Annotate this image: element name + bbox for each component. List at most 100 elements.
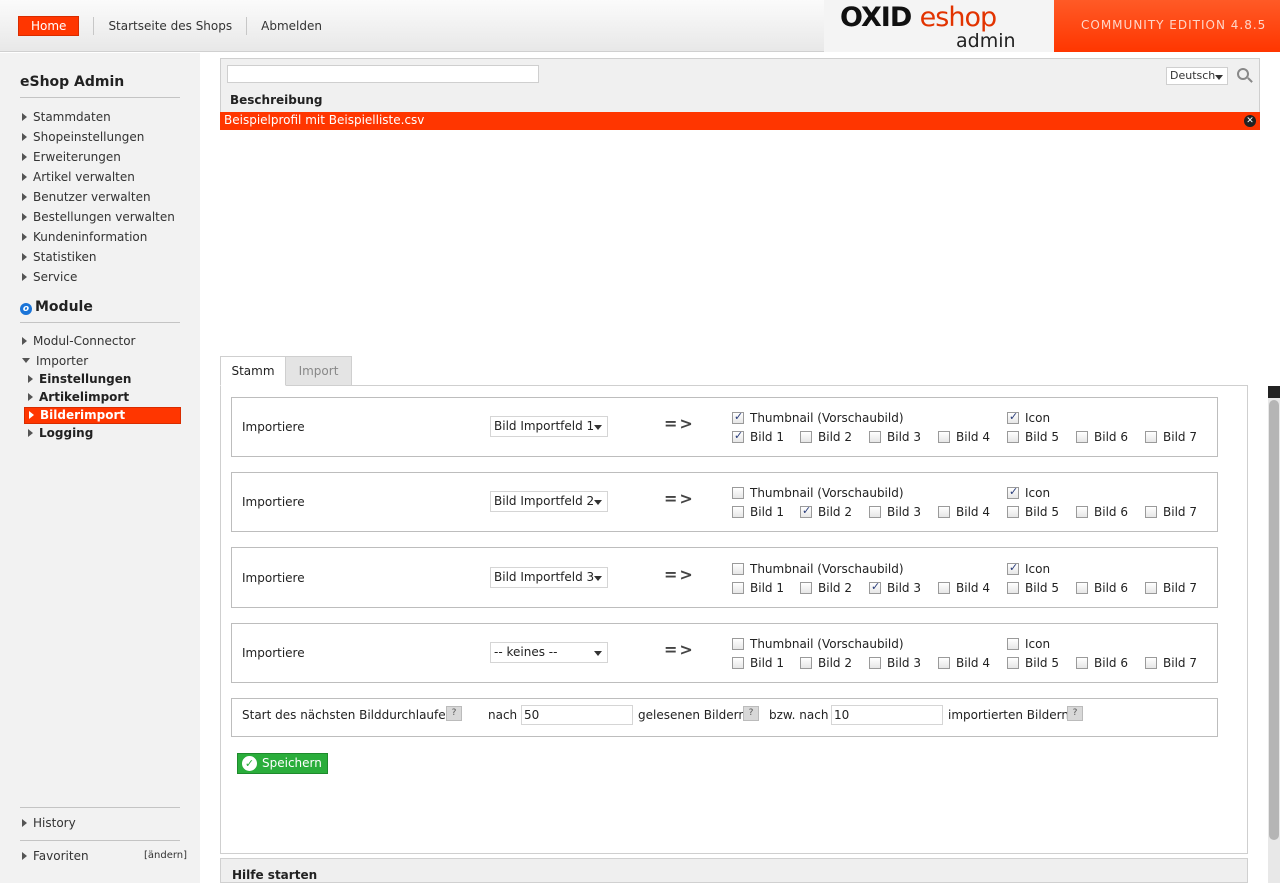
chevron-down-icon bbox=[594, 500, 602, 505]
bild1-checkbox[interactable]: Bild 1 bbox=[732, 581, 784, 595]
sidebar-item-label: Modul-Connector bbox=[33, 334, 136, 348]
bild6-checkbox[interactable]: Bild 6 bbox=[1076, 505, 1128, 519]
bild7-checkbox[interactable]: Bild 7 bbox=[1145, 656, 1197, 670]
bild3-checkbox[interactable]: Bild 3 bbox=[869, 430, 921, 444]
help-icon[interactable]: ? bbox=[743, 706, 759, 721]
sidebar: eShop Admin Stammdaten Shopeinstellungen… bbox=[0, 53, 200, 883]
icon-checkbox[interactable]: Icon bbox=[1007, 485, 1050, 500]
list-row-selected[interactable]: Beispielprofil mit Beispielliste.csv ✕ bbox=[220, 112, 1260, 130]
sidebar-sub-artikelimport[interactable]: Artikelimport bbox=[28, 390, 129, 404]
import-field-select[interactable]: Bild Importfeld 2 bbox=[490, 491, 608, 512]
icon-checkbox[interactable]: Icon bbox=[1007, 637, 1050, 651]
bild3-checkbox[interactable]: Bild 3 bbox=[869, 505, 921, 519]
bild4-checkbox[interactable]: Bild 4 bbox=[938, 656, 990, 670]
import-field-select[interactable]: Bild Importfeld 1 bbox=[490, 416, 608, 437]
help-bar[interactable]: Hilfe starten bbox=[220, 858, 1248, 883]
checkmark-icon: ✓ bbox=[242, 756, 257, 771]
sidebar-item-erweiterungen[interactable]: Erweiterungen bbox=[22, 150, 121, 164]
bild7-checkbox[interactable]: Bild 7 bbox=[1145, 430, 1197, 444]
checkbox-box bbox=[938, 431, 950, 443]
scrollbar-thumb[interactable] bbox=[1269, 400, 1279, 840]
sidebar-sub-bilderimport[interactable]: Bilderimport bbox=[24, 407, 181, 424]
bild6-checkbox[interactable]: Bild 6 bbox=[1076, 581, 1128, 595]
search-icon[interactable] bbox=[1237, 68, 1249, 80]
save-button[interactable]: ✓ Speichern bbox=[237, 753, 328, 774]
bild2-checkbox[interactable]: Bild 2 bbox=[800, 430, 852, 444]
sidebar-item-benutzer[interactable]: Benutzer verwalten bbox=[22, 190, 151, 204]
import-row: Importiere -- keines -- => Thumbnail (Vo… bbox=[231, 623, 1218, 683]
sidebar-item-stammdaten[interactable]: Stammdaten bbox=[22, 110, 111, 124]
sidebar-item-label: Kundeninformation bbox=[33, 230, 148, 244]
bild6-checkbox[interactable]: Bild 6 bbox=[1076, 656, 1128, 670]
sidebar-sub-logging[interactable]: Logging bbox=[28, 426, 93, 440]
checkbox-box bbox=[1145, 582, 1157, 594]
mapping-arrow: => bbox=[664, 640, 695, 659]
close-icon[interactable]: ✕ bbox=[1244, 115, 1256, 127]
sidebar-item-artikel[interactable]: Artikel verwalten bbox=[22, 170, 135, 184]
bild2-checkbox[interactable]: Bild 2 bbox=[800, 581, 852, 595]
importiert-input[interactable]: 10 bbox=[831, 705, 943, 725]
tab-import[interactable]: Import bbox=[285, 356, 352, 386]
bild5-checkbox[interactable]: Bild 5 bbox=[1007, 505, 1059, 519]
sidebar-item-statistiken[interactable]: Statistiken bbox=[22, 250, 97, 264]
bild5-checkbox[interactable]: Bild 5 bbox=[1007, 430, 1059, 444]
import-field-select[interactable]: -- keines -- bbox=[490, 642, 608, 663]
nav-home[interactable]: Home bbox=[18, 16, 80, 36]
scrollbar[interactable] bbox=[1268, 386, 1280, 883]
column-header-beschreibung[interactable]: Beschreibung bbox=[230, 93, 323, 107]
thumbnail-checkbox[interactable]: Thumbnail (Vorschaubild) bbox=[732, 637, 904, 651]
import-field-select[interactable]: Bild Importfeld 3 bbox=[490, 567, 608, 588]
bild4-checkbox[interactable]: Bild 4 bbox=[938, 581, 990, 595]
help-icon[interactable]: ? bbox=[1067, 706, 1083, 721]
thumbnail-checkbox[interactable]: Thumbnail (Vorschaubild) bbox=[732, 410, 904, 425]
sidebar-item-kundeninformation[interactable]: Kundeninformation bbox=[22, 230, 147, 244]
checkbox-box bbox=[732, 638, 744, 650]
import-label: Importiere bbox=[242, 646, 305, 660]
thumbnail-checkbox[interactable]: Thumbnail (Vorschaubild) bbox=[732, 562, 904, 576]
icon-checkbox[interactable]: Icon bbox=[1007, 561, 1050, 576]
nav-shop-start[interactable]: Startseite des Shops bbox=[108, 19, 232, 33]
bild7-checkbox[interactable]: Bild 7 bbox=[1145, 581, 1197, 595]
bild7-checkbox[interactable]: Bild 7 bbox=[1145, 505, 1197, 519]
checkbox-box bbox=[800, 504, 812, 518]
module-icon: o bbox=[20, 303, 32, 315]
sidebar-item-favoriten[interactable]: Favoriten bbox=[22, 849, 89, 863]
sidebar-sub-einstellungen[interactable]: Einstellungen bbox=[28, 372, 131, 386]
gelesen-input[interactable]: 50 bbox=[521, 705, 633, 725]
bild4-checkbox[interactable]: Bild 4 bbox=[938, 505, 990, 519]
bild2-checkbox[interactable]: Bild 2 bbox=[800, 656, 852, 670]
bild5-checkbox[interactable]: Bild 5 bbox=[1007, 581, 1059, 595]
checkbox-box bbox=[1007, 561, 1019, 575]
triangle-right-icon bbox=[22, 212, 27, 221]
nav-logout[interactable]: Abmelden bbox=[261, 19, 322, 33]
thumbnail-checkbox[interactable]: Thumbnail (Vorschaubild) bbox=[732, 486, 904, 500]
sidebar-item-importer[interactable]: Importer bbox=[22, 354, 88, 368]
sidebar-item-shopeinstellungen[interactable]: Shopeinstellungen bbox=[22, 130, 144, 144]
bild5-checkbox[interactable]: Bild 5 bbox=[1007, 656, 1059, 670]
favoriten-edit-link[interactable]: [ändern] bbox=[144, 850, 187, 861]
language-select[interactable]: Deutsch bbox=[1166, 67, 1228, 85]
sidebar-item-history[interactable]: History bbox=[22, 816, 76, 830]
bild3-checkbox[interactable]: Bild 3 bbox=[869, 656, 921, 670]
chevron-down-icon bbox=[594, 576, 602, 581]
checkbox-box bbox=[1007, 582, 1019, 594]
help-icon[interactable]: ? bbox=[446, 706, 462, 721]
sidebar-item-service[interactable]: Service bbox=[22, 270, 77, 284]
tab-stamm[interactable]: Stamm bbox=[220, 356, 286, 386]
bild1-checkbox[interactable]: Bild 1 bbox=[732, 656, 784, 670]
sidebar-item-modul-connector[interactable]: Modul-Connector bbox=[22, 334, 135, 348]
logo-main: OXID bbox=[840, 2, 912, 33]
icon-checkbox[interactable]: Icon bbox=[1007, 410, 1050, 425]
bild6-checkbox[interactable]: Bild 6 bbox=[1076, 430, 1128, 444]
bild1-checkbox[interactable]: Bild 1 bbox=[732, 505, 784, 519]
triangle-right-icon bbox=[22, 232, 27, 241]
sidebar-item-bestellungen[interactable]: Bestellungen verwalten bbox=[22, 210, 175, 224]
bild4-checkbox[interactable]: Bild 4 bbox=[938, 430, 990, 444]
bild3-checkbox[interactable]: Bild 3 bbox=[869, 580, 921, 595]
bild2-checkbox[interactable]: Bild 2 bbox=[800, 504, 852, 519]
search-input[interactable] bbox=[227, 65, 539, 83]
bild1-checkbox[interactable]: Bild 1 bbox=[732, 429, 784, 444]
checkbox-box bbox=[1076, 582, 1088, 594]
checkbox-box bbox=[1007, 485, 1019, 499]
checkbox-box bbox=[1145, 431, 1157, 443]
